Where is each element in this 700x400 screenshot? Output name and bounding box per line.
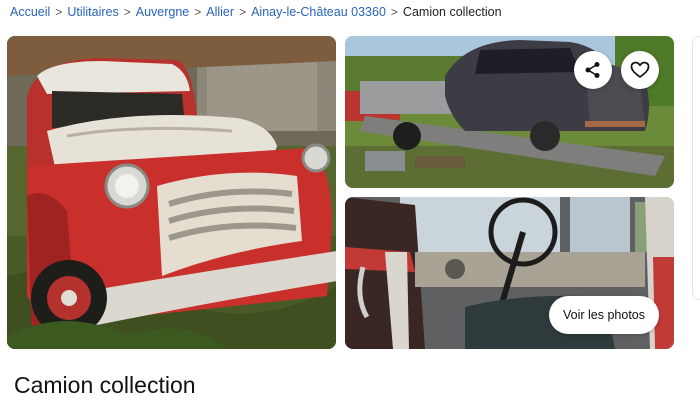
red-truck-illustration (7, 36, 336, 349)
heart-icon (630, 61, 650, 78)
breadcrumb-link-city[interactable]: Ainay-le-Château 03360 (251, 5, 386, 19)
breadcrumb-separator: > (239, 5, 247, 19)
breadcrumb-link-region[interactable]: Auvergne (136, 5, 190, 19)
share-icon (585, 62, 600, 78)
next-photo-preview[interactable] (692, 36, 700, 300)
breadcrumb-separator: > (123, 5, 131, 19)
breadcrumb-link-department[interactable]: Allier (206, 5, 234, 19)
listing-title: Camion collection (14, 372, 196, 398)
breadcrumb-current: Camion collection (402, 5, 502, 19)
breadcrumb-separator: > (390, 5, 398, 19)
breadcrumb-link-home[interactable]: Accueil (10, 5, 50, 19)
see-photos-button[interactable]: Voir les photos (549, 296, 659, 334)
breadcrumb-link-category[interactable]: Utilitaires (67, 5, 118, 19)
breadcrumb-separator: > (194, 5, 202, 19)
main-photo[interactable] (7, 36, 336, 349)
breadcrumb: Accueil > Utilitaires > Auvergne > Allie… (10, 4, 502, 20)
breadcrumb-separator: > (55, 5, 63, 19)
favorite-button[interactable] (621, 51, 659, 89)
share-button[interactable] (574, 51, 612, 89)
